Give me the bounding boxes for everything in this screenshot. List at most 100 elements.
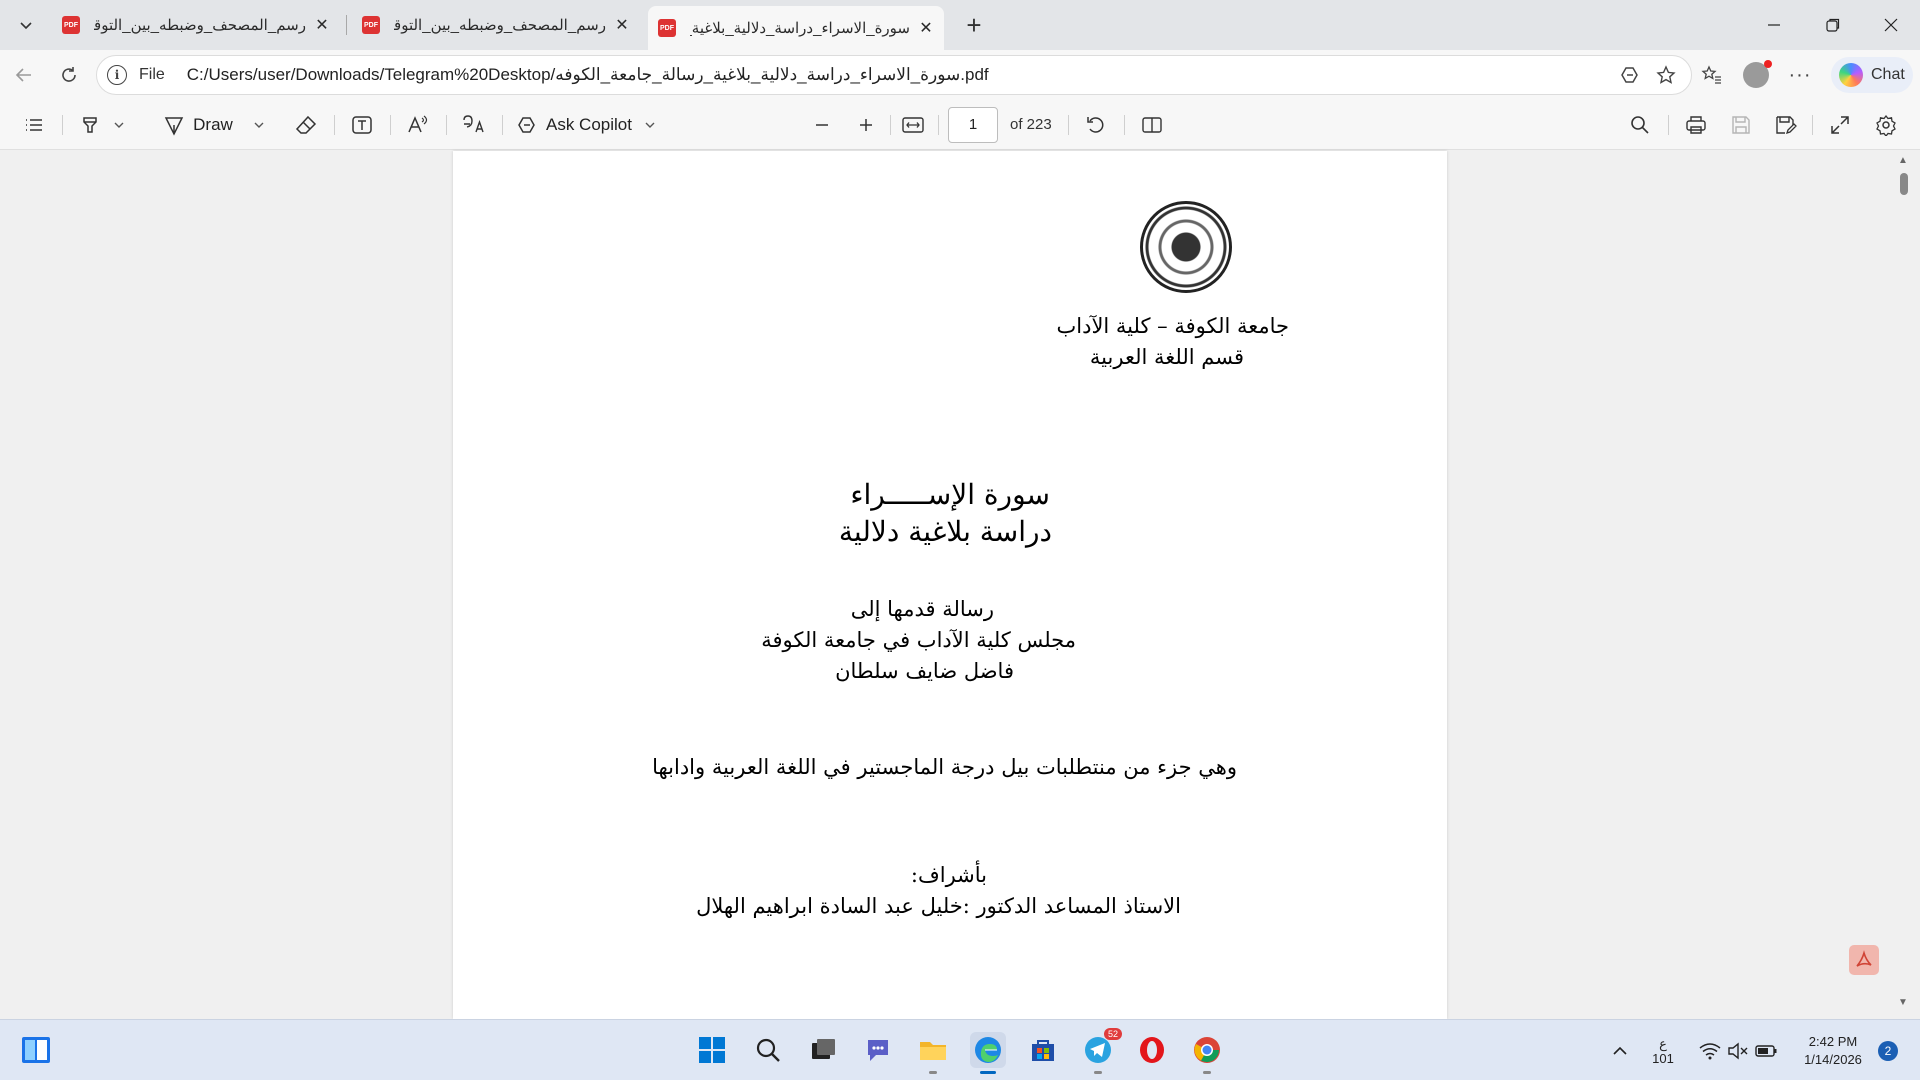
page-view-button[interactable] — [1136, 109, 1168, 141]
highlight-button[interactable] — [72, 109, 132, 141]
tab-strip: PDF رسم_المصحف_وضبطه_بين_التوقيف ✕ PDF ر… — [0, 0, 1920, 50]
teams-chat-button[interactable] — [860, 1032, 896, 1068]
favorites-button[interactable] — [1696, 59, 1728, 91]
scroll-down-arrow-icon[interactable]: ▼ — [1898, 997, 1908, 1008]
search-button[interactable] — [1624, 109, 1656, 141]
pdf-icon: PDF — [362, 16, 380, 34]
store-button[interactable] — [1025, 1032, 1061, 1068]
zoom-out-button[interactable] — [806, 109, 838, 141]
show-hidden-icons-button[interactable] — [1604, 1020, 1636, 1080]
pdf-viewer[interactable]: جامعة الكوفة – كلية الآداب قسم اللغة الع… — [0, 151, 1920, 1019]
file-explorer-button[interactable] — [915, 1032, 951, 1074]
active-indicator — [980, 1071, 996, 1074]
draw-button[interactable]: Draw — [156, 109, 272, 141]
start-button[interactable] — [694, 1032, 730, 1068]
info-icon[interactable]: i — [107, 65, 127, 85]
settings-button[interactable] — [1870, 109, 1902, 141]
submitted-to: رسالة قدمها إلى — [850, 597, 994, 621]
input-language-indicator[interactable]: ع 101 — [1646, 1020, 1680, 1080]
highlighter-icon — [83, 117, 97, 133]
vertical-scrollbar[interactable]: ▲ ▼ — [1894, 151, 1914, 1019]
store-icon — [1032, 1040, 1054, 1061]
tab-2[interactable]: PDF رسم_المصحف_وضبطه_بين_التوقيف ✕ — [352, 6, 640, 44]
pdf-icon: PDF — [62, 16, 80, 34]
address-bar: i File C:/Users/user/Downloads/Telegram%… — [0, 50, 1920, 100]
close-icon[interactable]: ✕ — [918, 18, 934, 38]
battery-icon — [1755, 1044, 1777, 1057]
task-view-button[interactable] — [805, 1032, 841, 1068]
translate-button[interactable] — [458, 109, 490, 141]
restore-button[interactable] — [1804, 0, 1862, 50]
tab-1[interactable]: PDF رسم_المصحف_وضبطه_بين_التوقيف ✕ — [52, 6, 340, 44]
fullscreen-button[interactable] — [1824, 109, 1856, 141]
copilot-chat-button[interactable]: Chat — [1831, 57, 1913, 93]
favorite-star-button[interactable] — [1650, 59, 1682, 91]
scroll-up-arrow-icon[interactable]: ▲ — [1898, 155, 1908, 166]
thesis-subtitle: دراسة بلاغية دلالية — [838, 515, 1052, 548]
opera-button[interactable] — [1134, 1032, 1170, 1068]
close-icon[interactable]: ✕ — [314, 15, 330, 35]
profile-button[interactable] — [1740, 59, 1772, 91]
draw-label: Draw — [193, 115, 233, 134]
chevron-down-icon — [254, 122, 264, 128]
folder-icon — [920, 1042, 946, 1060]
notification-center-button[interactable]: 2 — [1874, 1020, 1902, 1080]
chevron-down-icon — [645, 122, 655, 128]
chrome-button[interactable] — [1189, 1032, 1225, 1074]
read-aloud-icon — [408, 115, 428, 133]
save-as-button[interactable] — [1770, 109, 1802, 141]
toolbar-divider — [446, 115, 447, 135]
save-button[interactable] — [1725, 109, 1757, 141]
add-text-button[interactable] — [346, 109, 378, 141]
chevron-down-icon — [20, 22, 32, 30]
rotate-icon — [1087, 117, 1104, 133]
wifi-icon — [1699, 1042, 1721, 1059]
widgets-button[interactable] — [18, 1032, 54, 1068]
scheme-label: File — [139, 66, 165, 83]
tab-actions-menu-button[interactable] — [10, 9, 42, 41]
edge-taskbar-button[interactable] — [970, 1032, 1006, 1074]
chat-label: Chat — [1871, 66, 1905, 83]
tab-divider — [346, 15, 347, 35]
fit-width-icon — [902, 117, 924, 133]
task-view-icon — [812, 1039, 835, 1059]
adobe-acrobat-icon[interactable] — [1849, 945, 1879, 975]
read-aloud-button[interactable] — [402, 109, 434, 141]
opera-icon — [1140, 1037, 1164, 1063]
page-view-icon — [1142, 117, 1162, 133]
thesis-title: سورة الإســـــراء — [850, 478, 1050, 511]
fit-width-button[interactable] — [897, 109, 929, 141]
more-menu-button[interactable]: ··· — [1784, 59, 1816, 91]
ask-copilot-button[interactable]: Ask Copilot — [516, 109, 672, 141]
taskbar: 52 ع 101 2:42 PM 1/14/2026 2 — [0, 1019, 1920, 1080]
star-icon — [1656, 65, 1676, 84]
back-button[interactable] — [8, 59, 40, 91]
copilot-page-button[interactable] — [1614, 59, 1646, 91]
page-number-input[interactable]: 1 — [948, 107, 998, 143]
minimize-button[interactable] — [1745, 0, 1803, 50]
new-tab-button[interactable]: + — [958, 9, 990, 41]
url-field[interactable]: i File C:/Users/user/Downloads/Telegram%… — [96, 55, 1692, 95]
taskbar-search-button[interactable] — [750, 1032, 786, 1068]
print-button[interactable] — [1680, 109, 1712, 141]
draw-pen-icon — [164, 117, 184, 136]
minimize-icon — [1768, 24, 1780, 26]
close-icon[interactable]: ✕ — [614, 15, 630, 35]
clock-button[interactable]: 2:42 PM 1/14/2026 — [1796, 1020, 1870, 1080]
network-sound-battery-group[interactable] — [1694, 1020, 1784, 1080]
toolbar-divider — [938, 115, 939, 135]
tab-3-active[interactable]: PDF سورة_الاسراء_دراسة_دلالية_بلاغية_رسا… — [648, 6, 944, 50]
telegram-button[interactable]: 52 — [1080, 1028, 1122, 1074]
refresh-icon — [62, 67, 76, 82]
rotate-button[interactable] — [1080, 109, 1112, 141]
contents-button[interactable] — [18, 109, 50, 141]
zoom-in-button[interactable] — [850, 109, 882, 141]
erase-button[interactable] — [290, 109, 322, 141]
close-window-button[interactable] — [1862, 0, 1920, 50]
refresh-button[interactable] — [53, 59, 85, 91]
copilot-icon — [1621, 67, 1638, 83]
scrollbar-thumb[interactable] — [1900, 173, 1908, 195]
ellipsis-icon: ··· — [1788, 63, 1812, 86]
search-icon — [756, 1038, 780, 1062]
toolbar-divider — [890, 115, 891, 135]
